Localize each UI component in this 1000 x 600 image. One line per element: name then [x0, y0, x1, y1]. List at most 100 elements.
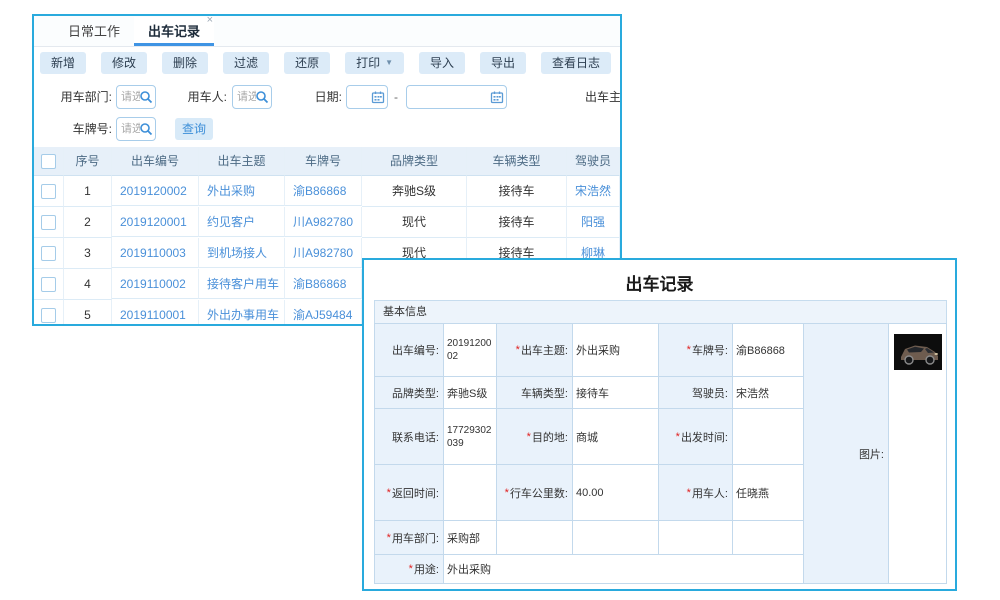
cell-driver-link[interactable]: 阳强 [567, 207, 620, 238]
subject-label: *出车主题: [497, 324, 572, 376]
user-filter-select[interactable] [232, 85, 272, 109]
table-row: 1 2019120002 外出采购 渝B86868 奔驰S级 接待车 宋浩然 [34, 176, 620, 207]
query-button[interactable]: 查询 [175, 118, 213, 140]
row-checkbox[interactable] [41, 277, 56, 292]
cell-driver-link[interactable]: 宋浩然 [567, 176, 620, 207]
search-icon[interactable] [139, 90, 153, 104]
code-label: 出车编号: [375, 324, 443, 376]
calendar-icon[interactable] [371, 90, 385, 104]
import-button[interactable]: 导入 [419, 52, 465, 74]
cell-code-link[interactable]: 2019110003 [112, 238, 199, 268]
edit-button[interactable]: 修改 [101, 52, 147, 74]
cell-plate-link[interactable]: 渝B86868 [285, 176, 362, 206]
cell-vtype: 接待车 [467, 176, 567, 207]
vtype-label: 车辆类型: [497, 377, 572, 408]
plate-filter-select[interactable] [116, 117, 156, 141]
destination-value: 商城 [573, 409, 658, 464]
cell-plate-link[interactable]: 渝AJ59484 [285, 300, 362, 326]
return-time-label: *返回时间: [375, 465, 443, 520]
add-button[interactable]: 新增 [40, 52, 86, 74]
cell-seq: 3 [64, 238, 112, 269]
subject-value: 外出采购 [573, 324, 658, 376]
cell-subject-link[interactable]: 外出采购 [199, 176, 285, 206]
purpose-value: 外出采购 [444, 555, 803, 583]
dept-filter-select[interactable] [116, 85, 156, 109]
empty-cell [733, 521, 803, 554]
date-from-input[interactable] [346, 85, 388, 109]
driver-value: 宋浩然 [733, 377, 803, 408]
phone-label: 联系电话: [375, 409, 443, 464]
brand-value: 奔驰S级 [444, 377, 496, 408]
search-icon[interactable] [139, 122, 153, 136]
cell-plate-link[interactable]: 川A982780 [285, 207, 362, 237]
cell-subject-link[interactable]: 到机场接人 [199, 238, 285, 268]
purpose-label: *用途: [375, 555, 443, 583]
date-filter-label: 日期: [279, 85, 342, 109]
dept-filter-label: 用车部门: [34, 85, 112, 109]
dept-label: *用车部门: [375, 521, 443, 554]
cell-plate-link[interactable]: 川A982780 [285, 238, 362, 268]
cell-seq: 1 [64, 176, 112, 207]
car-user-label: *用车人: [659, 465, 732, 520]
dept-value: 采购部 [444, 521, 496, 554]
empty-cell [659, 521, 732, 554]
cell-seq: 4 [64, 269, 112, 300]
vtype-value: 接待车 [573, 377, 658, 408]
cell-seq: 5 [64, 300, 112, 326]
depart-time-value [733, 409, 803, 464]
filter-panel: 用车部门: 用车人: 日期: - 出车主题: [34, 79, 620, 147]
date-to-input[interactable] [406, 85, 507, 109]
cell-subject-link[interactable]: 接待客户用车 [199, 269, 285, 299]
col-header-vtype: 车辆类型 [467, 147, 567, 176]
dispatch-record-detail-dialog: 出车记录 基本信息 出车编号: 2019120002 *出车主题: 外出采购 *… [362, 258, 957, 591]
plate-filter-label: 车牌号: [34, 117, 112, 141]
tab-dispatch-records-label: 出车记录 [148, 24, 200, 39]
return-time-value [444, 465, 496, 520]
restore-button[interactable]: 还原 [284, 52, 330, 74]
car-user-value: 任晓燕 [733, 465, 803, 520]
row-checkbox[interactable] [41, 246, 56, 261]
code-value: 2019120002 [444, 324, 496, 376]
col-header-code: 出车编号 [112, 147, 199, 176]
view-log-button[interactable]: 查看日志 [541, 52, 611, 74]
depart-time-label: *出发时间: [659, 409, 732, 464]
tab-dispatch-records[interactable]: 出车记录 × [134, 17, 214, 46]
search-icon[interactable] [255, 90, 269, 104]
image-cell [889, 324, 946, 583]
image-label: 图片: [804, 324, 888, 583]
cell-subject-link[interactable]: 约见客户 [199, 207, 285, 237]
close-icon[interactable]: × [207, 15, 213, 26]
col-header-driver: 驾驶员 [567, 147, 620, 176]
cell-subject-link[interactable]: 外出办事用车 [199, 300, 285, 326]
calendar-icon[interactable] [490, 90, 504, 104]
cell-code-link[interactable]: 2019110002 [112, 269, 199, 299]
col-header-brand: 品牌类型 [362, 147, 467, 176]
table-row: 2 2019120001 约见客户 川A982780 现代 接待车 阳强 [34, 207, 620, 238]
delete-button[interactable]: 删除 [162, 52, 208, 74]
export-button[interactable]: 导出 [480, 52, 526, 74]
cell-vtype: 接待车 [467, 207, 567, 238]
cell-plate-link[interactable]: 渝B86868 [285, 269, 362, 299]
tab-bar: 日常工作 出车记录 × [34, 16, 620, 47]
date-range-separator: - [394, 85, 398, 109]
col-header-plate: 车牌号 [285, 147, 362, 176]
cell-code-link[interactable]: 2019110001 [112, 300, 199, 326]
cell-brand: 奔驰S级 [362, 176, 467, 207]
plate-value: 渝B86868 [733, 324, 803, 376]
subject-filter-label: 出车主题: [585, 85, 622, 109]
cell-brand: 现代 [362, 207, 467, 238]
tab-daily-work[interactable]: 日常工作 [54, 17, 134, 46]
driver-label: 驾驶员: [659, 377, 732, 408]
print-button[interactable]: 打印 ▼ [345, 52, 404, 74]
cell-seq: 2 [64, 207, 112, 238]
destination-label: *目的地: [497, 409, 572, 464]
cell-code-link[interactable]: 2019120002 [112, 176, 199, 206]
filter-button[interactable]: 过滤 [223, 52, 269, 74]
empty-cell [573, 521, 658, 554]
row-checkbox[interactable] [41, 215, 56, 230]
car-photo[interactable] [894, 334, 942, 370]
row-checkbox[interactable] [41, 308, 56, 323]
select-all-checkbox[interactable] [41, 154, 56, 169]
row-checkbox[interactable] [41, 184, 56, 199]
cell-code-link[interactable]: 2019120001 [112, 207, 199, 237]
